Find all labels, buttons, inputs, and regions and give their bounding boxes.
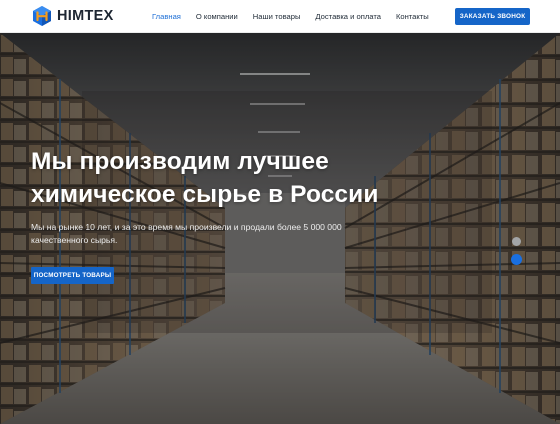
slider-pagination <box>511 237 522 265</box>
logo-icon <box>33 6 51 26</box>
hero-subtitle-line-1: Мы на рынке 10 лет, и за это время мы пр… <box>31 222 342 232</box>
hero-title: Мы производим лучшее химическое сырье в … <box>31 145 451 211</box>
hero-slider: Мы производим лучшее химическое сырье в … <box>0 33 560 424</box>
main-nav: Главная О компании Наши товары Доставка … <box>152 0 444 33</box>
hero-title-line-1: Мы производим лучшее <box>31 148 329 175</box>
order-call-button[interactable]: ЗАКАЗАТЬ ЗВОНОК <box>455 8 530 25</box>
logo[interactable]: HIMTEX <box>31 5 114 27</box>
nav-item-delivery[interactable]: Доставка и оплата <box>315 12 381 21</box>
logo-text: HIMTEX <box>57 8 114 24</box>
hero-content-panel <box>82 91 492 333</box>
view-products-button[interactable]: ПОСМОТРЕТЬ ТОВАРЫ <box>31 267 114 284</box>
site-header: HIMTEX Главная О компании Наши товары До… <box>0 0 560 33</box>
nav-item-contacts[interactable]: Контакты <box>396 12 429 21</box>
slider-dot-1[interactable] <box>512 237 521 246</box>
slider-dot-2-active[interactable] <box>511 254 522 265</box>
hero-title-line-2: химическое сырье в России <box>31 181 379 208</box>
nav-item-products[interactable]: Наши товары <box>253 12 301 21</box>
nav-item-home[interactable]: Главная <box>152 12 181 21</box>
hero-subtitle-line-2: качественного сырья. <box>31 234 118 245</box>
hero-subtitle: Мы на рынке 10 лет, и за это время мы пр… <box>31 221 371 246</box>
nav-item-about[interactable]: О компании <box>196 12 238 21</box>
